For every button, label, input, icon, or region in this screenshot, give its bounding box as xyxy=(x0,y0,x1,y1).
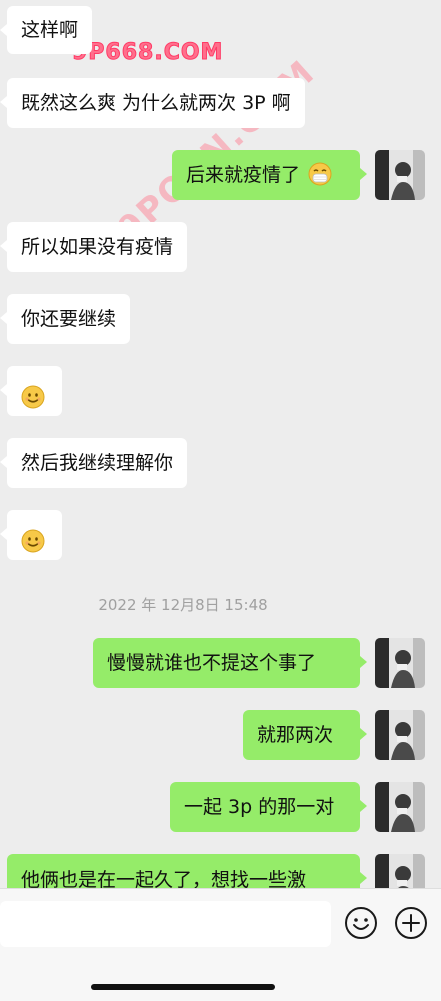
message-input[interactable] xyxy=(0,901,331,947)
plus-icon[interactable] xyxy=(393,905,429,941)
avatar[interactable] xyxy=(375,638,425,688)
message-text: 所以如果没有疫情 xyxy=(21,236,174,258)
message-bubble[interactable] xyxy=(0,366,62,416)
avatar[interactable] xyxy=(375,150,425,200)
avatar[interactable] xyxy=(375,854,425,888)
message-bubble[interactable]: 他俩也是在一起久了，想找一些激 xyxy=(7,854,367,888)
smile-emoji-icon xyxy=(21,523,45,553)
avatar[interactable] xyxy=(375,782,425,832)
message-bubble[interactable]: 所以如果没有疫情 xyxy=(0,222,188,272)
message-bubble[interactable] xyxy=(0,510,62,560)
message-text: 他俩也是在一起久了，想找一些激 xyxy=(21,869,307,888)
chat-area[interactable]: 9P668.COM 9PORN.COM 这样啊 既然这么爽 为什么就两次 3P … xyxy=(0,0,441,888)
message-bubble[interactable]: 后来就疫情了 xyxy=(172,150,367,200)
message-bubble[interactable]: 你还要继续 xyxy=(0,294,131,344)
watermark-top: 9P668.COM xyxy=(71,40,224,66)
message-text: 一起 3p 的那一对 xyxy=(184,796,335,818)
home-indicator xyxy=(91,984,275,990)
smile-emoji-icon xyxy=(21,379,45,409)
message-text: 后来就疫情了 xyxy=(186,164,301,186)
message-text: 就那两次 xyxy=(257,724,334,746)
message-bubble[interactable]: 一起 3p 的那一对 xyxy=(170,782,367,832)
timestamp: 2022 年 12月8日 15:48 xyxy=(98,596,268,614)
message-text: 然后我继续理解你 xyxy=(21,452,174,474)
message-text: 这样啊 xyxy=(21,19,79,41)
message-bubble[interactable]: 然后我继续理解你 xyxy=(0,438,188,488)
message-bubble[interactable]: 这样啊 xyxy=(0,6,93,54)
message-text: 慢慢就谁也不提这个事了 xyxy=(107,652,317,674)
message-text: 既然这么爽 为什么就两次 3P 啊 xyxy=(21,92,291,114)
avatar[interactable] xyxy=(375,710,425,760)
message-text: 你还要继续 xyxy=(21,308,117,330)
message-bubble[interactable]: 就那两次 xyxy=(243,710,367,760)
mask-face-emoji-icon xyxy=(308,155,332,186)
message-bubble[interactable]: 慢慢就谁也不提这个事了 xyxy=(93,638,367,688)
emoji-icon[interactable] xyxy=(343,905,379,941)
message-bubble[interactable]: 既然这么爽 为什么就两次 3P 啊 xyxy=(0,78,305,128)
